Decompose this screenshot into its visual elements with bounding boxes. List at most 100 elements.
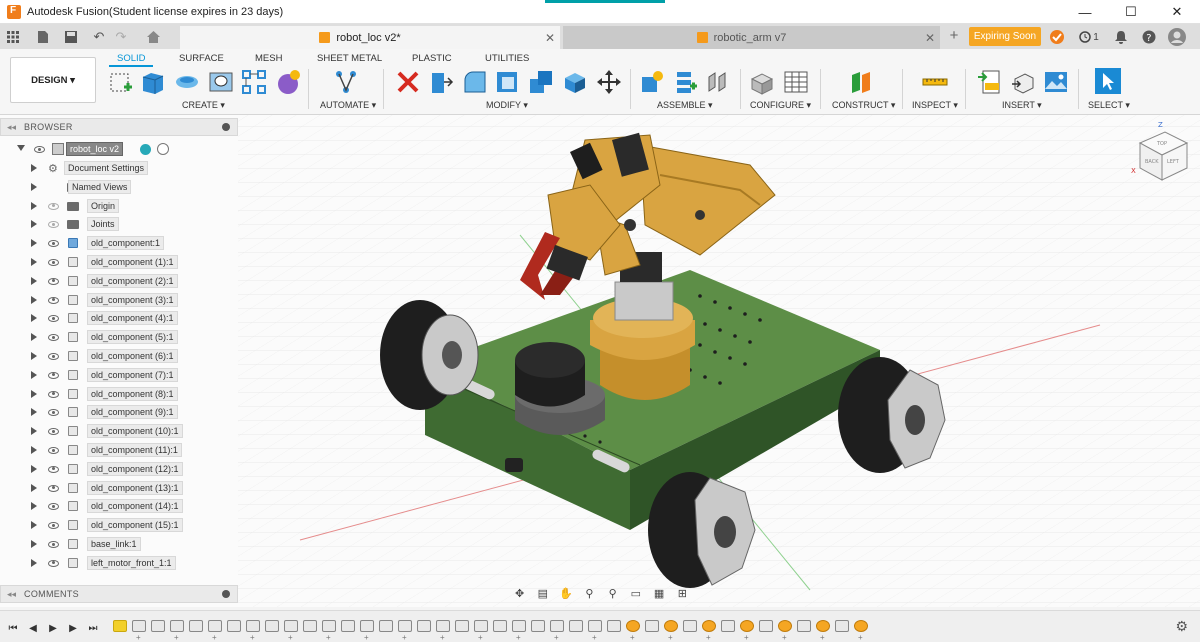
shell-icon[interactable] [494,69,520,95]
tab-robotic-arm[interactable]: robotic_arm v7 ✕ [563,26,940,49]
canvas-icon[interactable] [1043,69,1069,95]
automate-menu[interactable]: AUTOMATE ▾ [320,100,376,111]
browser-tree-item[interactable]: Joints [0,215,238,233]
tab-robot-loc[interactable]: robot_loc v2* ✕ [180,26,560,49]
timeline-feature[interactable] [645,620,659,632]
tab-solid[interactable]: SOLID [117,53,146,64]
grid-settings-icon[interactable]: ▦ [651,586,667,600]
app-grid-icon[interactable] [2,26,24,48]
timeline-feature[interactable] [360,620,374,632]
assemble-menu[interactable]: ASSEMBLE ▾ [657,100,713,111]
expand-arrow-icon[interactable] [31,239,37,248]
create-menu[interactable]: CREATE ▾ [182,100,225,111]
construct-menu[interactable]: CONSTRUCT ▾ [832,100,895,111]
visibility-icon[interactable] [48,559,59,567]
browser-tree-item[interactable]: old_component (1):1 [0,253,238,271]
browser-tree-item[interactable]: old_component (5):1 [0,328,238,346]
timeline-feature[interactable] [493,620,507,632]
expand-arrow-icon[interactable] [31,220,37,229]
workspace-switcher[interactable]: DESIGN ▾ [10,57,96,103]
browser-tree-item[interactable]: ⚙ Document Settings [0,159,238,177]
browser-tree-item[interactable]: old_component (12):1 [0,460,238,478]
visibility-icon[interactable] [48,541,59,548]
timeline-feature[interactable] [189,620,203,632]
browser-tree-item[interactable]: old_component (13):1 [0,479,238,497]
new-tab-icon[interactable]: + [944,27,964,47]
timeline-feature[interactable] [683,620,697,632]
timeline-feature[interactable] [835,620,849,632]
scale-icon[interactable] [562,69,588,95]
inspect-menu[interactable]: INSPECT ▾ [912,100,958,111]
browser-tree-item[interactable]: old_component (6):1 [0,347,238,365]
expand-arrow-icon[interactable] [31,558,37,567]
timeline-feature[interactable] [170,620,184,632]
display-settings-icon[interactable]: ▭ [628,586,644,600]
comments-header[interactable]: ◂◂ COMMENTS [0,585,238,603]
timeline-feature[interactable] [341,620,355,632]
visibility-icon[interactable] [48,484,59,492]
configure-menu[interactable]: CONFIGURE ▾ [750,100,811,111]
visibility-icon[interactable] [48,296,59,304]
create-form-icon[interactable] [275,69,301,95]
expand-arrow-icon[interactable] [31,540,37,548]
combine-icon[interactable] [528,69,554,95]
canvas-viewport[interactable]: TOP BACK LEFT Z X [238,115,1200,607]
close-button[interactable]: ✕ [1154,0,1200,24]
help-icon[interactable]: ? [1140,28,1158,46]
timeline-feature[interactable] [398,620,412,632]
browser-tree-item[interactable]: old_component (3):1 [0,291,238,309]
new-component-icon[interactable] [639,69,665,95]
fit-icon[interactable]: ⚲ [605,586,621,600]
tab-utilities[interactable]: UTILITIES [485,53,529,64]
visibility-icon[interactable] [48,277,59,285]
timeline-feature[interactable] [132,620,146,632]
expand-arrow-icon[interactable] [31,295,37,304]
visibility-icon[interactable] [48,259,59,266]
timeline-feature[interactable] [322,620,336,632]
timeline-feature[interactable] [151,620,165,632]
expand-arrow-icon[interactable] [31,446,37,454]
browser-tree-item[interactable]: old_component (9):1 [0,403,238,421]
timeline-feature[interactable] [265,620,279,632]
expiring-soon-button[interactable]: Expiring Soon [969,27,1041,46]
timeline-next-icon[interactable]: ▶ [66,621,80,635]
timeline-feature[interactable] [702,620,716,632]
browser-tree-item[interactable]: old_component (4):1 [0,309,238,327]
visibility-icon[interactable] [48,428,59,436]
browser-tree-item[interactable]: Origin [0,197,238,215]
timeline-feature[interactable] [607,620,621,632]
insert-svg-icon[interactable] [977,69,1003,95]
timeline-feature[interactable] [208,620,222,632]
timeline-feature[interactable] [436,620,450,632]
configure-icon[interactable] [749,69,775,95]
pan-icon[interactable]: ✋ [558,586,574,600]
add-comment-icon[interactable] [222,590,230,598]
timeline-feature[interactable] [284,620,298,632]
visibility-icon[interactable] [48,390,59,398]
rigid-group-icon[interactable] [705,69,731,95]
browser-tree-item[interactable]: old_component (11):1 [0,441,238,459]
timeline-feature[interactable] [417,620,431,632]
timeline-end-icon[interactable]: ⏭ [86,621,100,635]
collapse-arrow-icon[interactable]: ◂◂ [7,122,16,133]
visibility-icon[interactable] [48,334,59,342]
browser-tree-item[interactable]: old_component (7):1 [0,366,238,384]
browser-header[interactable]: ◂◂ BROWSER [0,118,238,136]
tab-close-icon[interactable]: ✕ [920,31,940,45]
expand-arrow-icon[interactable] [31,314,37,323]
fillet-icon[interactable] [462,69,488,95]
minimize-button[interactable]: — [1062,0,1108,24]
panel-pin-icon[interactable] [222,123,230,131]
timeline-prev-icon[interactable]: ◀ [26,621,40,635]
timeline-feature[interactable] [531,620,545,632]
timeline-settings-icon[interactable]: ⚙ [1175,618,1188,635]
timeline-feature[interactable] [854,620,868,632]
browser-tree-item[interactable]: old_component:1 [0,234,238,252]
visibility-icon[interactable] [48,465,59,473]
create-sketch-icon[interactable] [108,69,134,95]
viewports-icon[interactable]: ⊞ [674,586,690,600]
expand-arrow-icon[interactable] [31,276,37,285]
select-icon[interactable] [1094,67,1122,95]
pattern-icon[interactable] [241,69,267,95]
timeline-feature[interactable] [721,620,735,632]
